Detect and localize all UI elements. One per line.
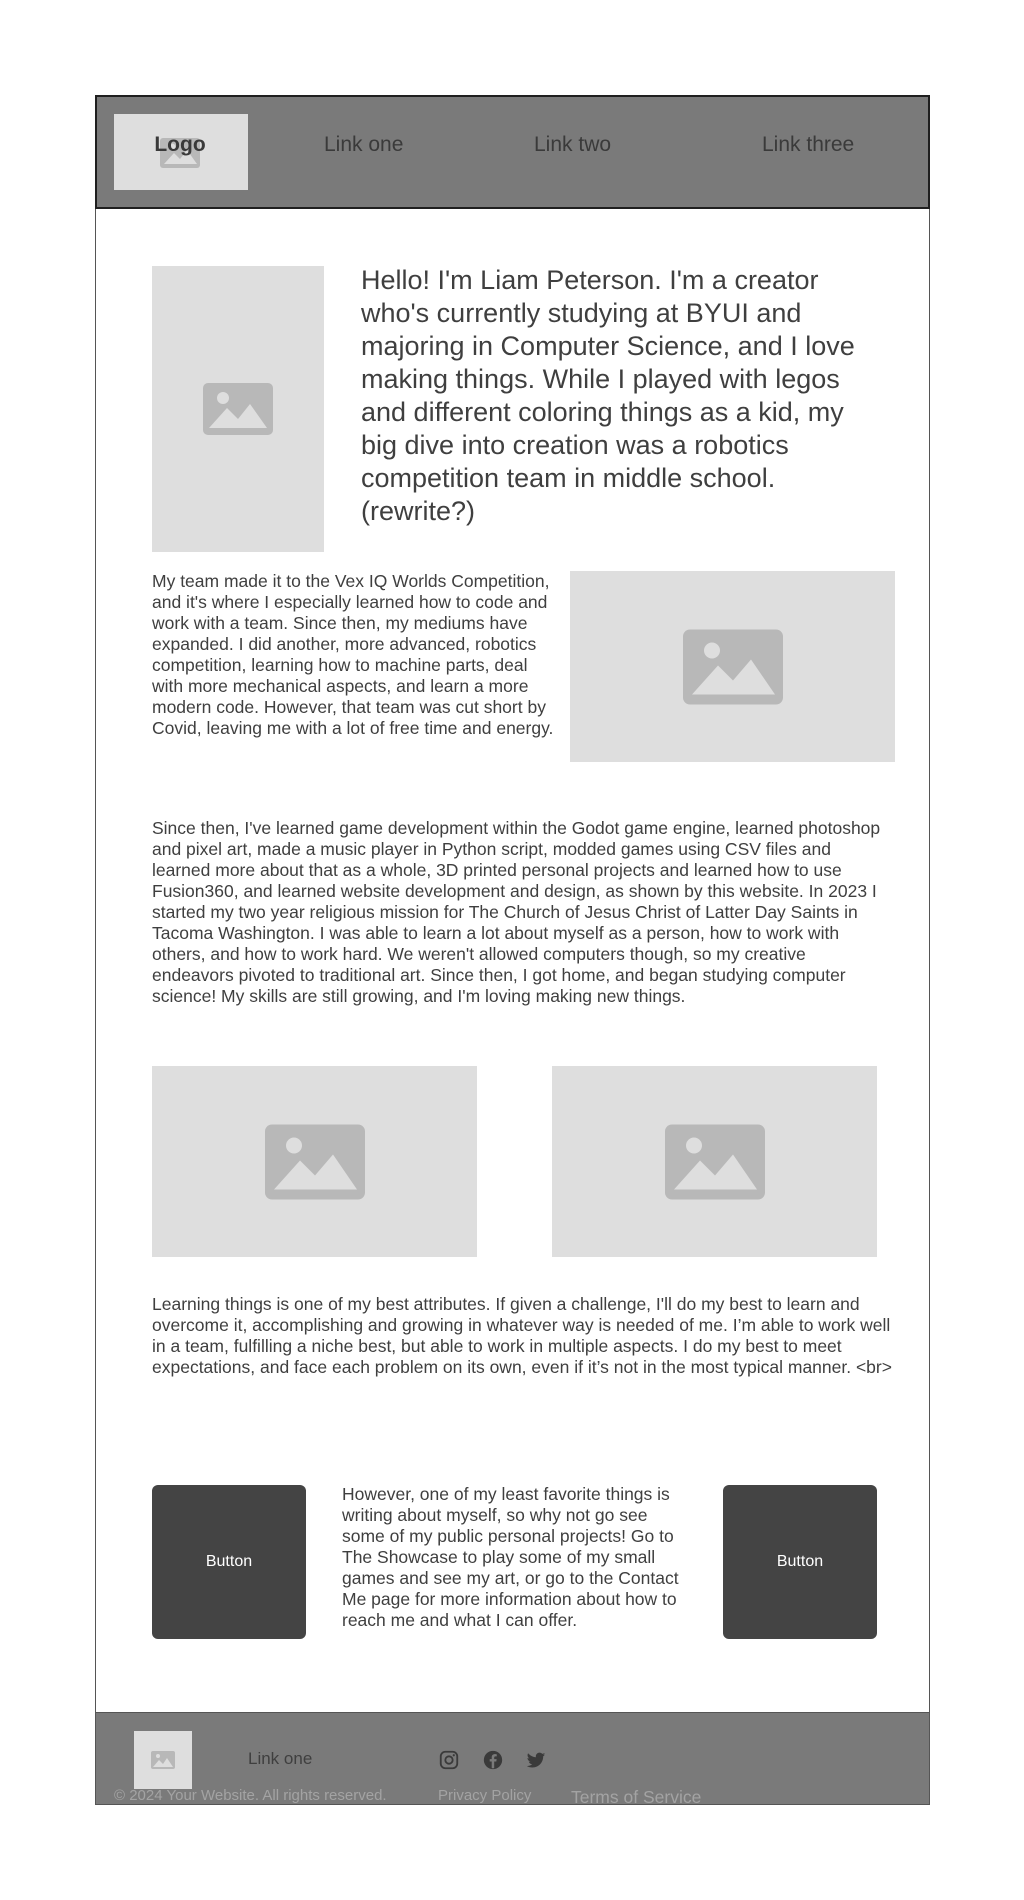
projects-paragraph: However, one of my least favorite things… [342,1484,679,1630]
gallery-image-right [552,1066,877,1257]
privacy-policy-link[interactable]: Privacy Policy [438,1787,531,1804]
robotics-paragraph: My team made it to the Vex IQ Worlds Com… [152,571,554,738]
gallery-image-left [152,1066,477,1257]
logo-label: Logo [154,133,206,156]
contact-button[interactable]: Button [723,1485,877,1639]
top-navigation: Logo Link one Link two Link three [95,95,930,209]
logo[interactable]: Logo [114,114,248,190]
footer-logo[interactable] [134,1731,192,1789]
nav-link-three[interactable]: Link three [762,133,854,157]
robotics-image [570,571,895,762]
footer: Link one © 2024 Your Website. All rights… [95,1712,930,1808]
twitter-icon[interactable] [525,1749,547,1771]
facebook-icon[interactable] [482,1749,504,1771]
attributes-paragraph: Learning things is one of my best attrib… [152,1294,892,1377]
showcase-button[interactable]: Button [152,1485,306,1639]
intro-text: Hello! I'm Liam Peterson. I'm a creator … [361,265,855,526]
image-placeholder-icon [682,629,783,704]
instagram-icon[interactable] [438,1749,460,1771]
profile-image [152,266,324,552]
image-placeholder-icon [264,1124,365,1199]
image-placeholder-icon [203,383,273,435]
image-placeholder-icon [151,1751,175,1769]
copyright-text: © 2024 Your Website. All rights reserved… [114,1787,387,1804]
image-placeholder-icon [664,1124,765,1199]
nav-link-two[interactable]: Link two [534,133,611,157]
skills-paragraph: Since then, I've learned game developmen… [152,818,881,1006]
terms-of-service-link[interactable]: Terms of Service [571,1787,701,1808]
nav-link-one[interactable]: Link one [324,133,403,157]
footer-link-one[interactable]: Link one [248,1749,312,1769]
